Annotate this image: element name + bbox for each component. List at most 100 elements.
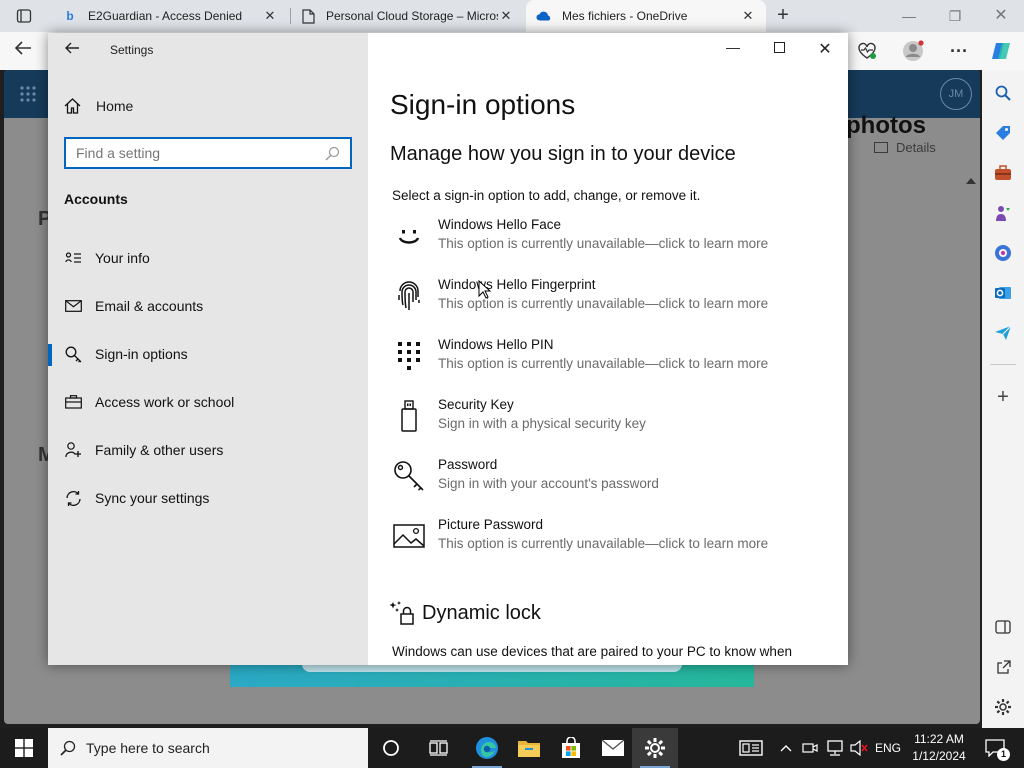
taskbar-settings-button[interactable] <box>632 728 678 768</box>
sidebar-open-external-button[interactable] <box>992 656 1014 678</box>
tray-notifications-button[interactable]: 1 <box>980 728 1010 768</box>
bing-icon: b <box>66 9 74 23</box>
webcam-icon <box>802 743 818 753</box>
nav-item-access-work-school[interactable]: Access work or school <box>48 382 368 422</box>
sidebar-divider <box>990 364 1016 365</box>
sidebar-drop-button[interactable] <box>992 322 1014 344</box>
dynamic-lock-heading: Dynamic lock <box>390 599 541 627</box>
page-scrollbar[interactable] <box>966 178 976 698</box>
tray-show-hidden-icons-button[interactable] <box>776 728 796 768</box>
tray-meet-button[interactable] <box>800 728 820 768</box>
copilot-icon <box>992 43 1010 59</box>
option-description: This option is currently unavailable—cli… <box>438 236 769 251</box>
browser-minimize-button[interactable]: — <box>892 4 926 28</box>
profile-button[interactable] <box>902 40 924 62</box>
windows-taskbar: Type here to search ENG 11:22 AM 1/12/20… <box>0 728 1024 768</box>
onedrive-details-button[interactable]: Details <box>874 140 936 155</box>
nav-home-item[interactable]: Home <box>64 97 133 115</box>
start-button[interactable] <box>0 728 48 768</box>
tray-network-button[interactable] <box>824 728 846 768</box>
tray-volume-button[interactable] <box>848 728 870 768</box>
option-security-key[interactable]: Security Key Sign in with a physical sec… <box>392 397 832 445</box>
browser-tab-personal-cloud[interactable]: Personal Cloud Storage – Microsoft ✕ <box>290 0 524 32</box>
search-icon <box>995 85 1011 101</box>
onedrive-icon <box>536 8 552 24</box>
sidebar-tools-button[interactable] <box>992 162 1014 184</box>
settings-back-button[interactable] <box>64 41 80 60</box>
tray-news-button[interactable] <box>736 728 766 768</box>
fingerprint-icon <box>392 279 426 313</box>
tab-close-button[interactable]: ✕ <box>740 8 756 24</box>
nav-item-label: Family & other users <box>95 442 224 458</box>
nav-item-your-info[interactable]: Your info <box>48 238 368 278</box>
nav-item-email-accounts[interactable]: Email & accounts <box>48 286 368 326</box>
taskbar-file-explorer-button[interactable] <box>506 728 552 768</box>
sidebar-shopping-button[interactable] <box>992 122 1014 144</box>
nav-item-family-other-users[interactable]: Family & other users <box>48 430 368 470</box>
option-windows-hello-face[interactable]: Windows Hello Face This option is curren… <box>392 217 832 265</box>
option-windows-hello-pin[interactable]: Windows Hello PIN This option is current… <box>392 337 832 385</box>
option-picture-password[interactable]: Picture Password This option is currentl… <box>392 517 832 565</box>
taskbar-store-button[interactable] <box>548 728 594 768</box>
copilot-button[interactable] <box>990 40 1012 62</box>
onedrive-banner <box>230 664 754 687</box>
mail-envelope-icon <box>601 739 625 756</box>
browser-close-button[interactable]: ✕ <box>984 4 1018 28</box>
browser-tab-onedrive[interactable]: Mes fichiers - OneDrive ✕ <box>526 0 766 32</box>
settings-search-input[interactable] <box>76 145 325 161</box>
volume-muted-icon <box>850 740 868 756</box>
tray-input-language[interactable]: ENG <box>872 728 904 768</box>
option-title: Password <box>438 457 498 472</box>
task-view-button[interactable] <box>416 728 462 768</box>
taskbar-mail-button[interactable] <box>590 728 636 768</box>
onedrive-avatar[interactable]: JM <box>940 78 972 110</box>
taskbar-edge-button[interactable] <box>464 728 510 768</box>
tab-close-button[interactable]: ✕ <box>498 8 514 24</box>
option-password[interactable]: Password Sign in with your account's pas… <box>392 457 832 505</box>
nav-item-sync-settings[interactable]: Sync your settings <box>48 478 368 518</box>
settings-window-title: Settings <box>110 43 154 57</box>
search-icon[interactable] <box>325 146 340 161</box>
sidebar-outlook-button[interactable] <box>992 282 1014 304</box>
nav-item-label: Email & accounts <box>95 298 204 314</box>
sidebar-games-button[interactable] <box>992 202 1014 224</box>
browser-essentials-button[interactable] <box>856 40 878 62</box>
settings-maximize-button[interactable] <box>756 39 802 59</box>
nav-item-sign-in-options[interactable]: Sign-in options <box>48 334 368 374</box>
settings-close-button[interactable]: ✕ <box>802 39 848 59</box>
nav-item-label: Sign-in options <box>95 346 188 362</box>
shopping-tag-icon <box>996 126 1010 140</box>
pin-keypad-icon <box>392 339 426 373</box>
sidebar-m365-button[interactable] <box>992 242 1014 264</box>
settings-search-box[interactable] <box>64 137 352 169</box>
paper-plane-icon <box>995 325 1012 340</box>
details-icon <box>874 142 888 153</box>
gear-icon <box>645 738 665 758</box>
browser-restore-button[interactable]: ❐ <box>938 4 972 28</box>
new-tab-button[interactable]: + <box>772 4 794 26</box>
folder-icon <box>518 741 540 757</box>
sidebar-add-button[interactable]: + <box>992 386 1014 408</box>
tab-close-button[interactable]: ✕ <box>262 8 278 24</box>
browser-back-button[interactable] <box>14 40 32 61</box>
usb-key-icon <box>392 399 426 433</box>
taskbar-clock[interactable]: 11:22 AM 1/12/2024 <box>904 731 974 765</box>
tab-label: Mes fichiers - OneDrive <box>562 9 688 23</box>
page-intro-text: Select a sign-in option to add, change, … <box>392 188 701 203</box>
home-icon <box>64 98 82 114</box>
option-windows-hello-fingerprint[interactable]: Windows Hello Fingerprint This option is… <box>392 277 832 325</box>
taskbar-search-box[interactable]: Type here to search <box>48 728 368 768</box>
nav-item-label: Your info <box>95 250 150 266</box>
store-bag-icon <box>562 737 580 758</box>
browser-tab-e2guardian[interactable]: b E2Guardian - Access Denied ✕ <box>52 0 288 32</box>
settings-more-button[interactable]: ··· <box>948 40 970 62</box>
sidebar-split-screen-button[interactable] <box>992 616 1014 638</box>
external-link-icon <box>996 659 1011 674</box>
tab-actions-menu-button[interactable] <box>8 6 40 26</box>
sidebar-settings-button[interactable] <box>992 696 1014 718</box>
settings-minimize-button[interactable]: — <box>710 39 756 59</box>
settings-content-pane: — ✕ Sign-in options Manage how you sign … <box>368 33 848 665</box>
cortana-button[interactable] <box>368 728 414 768</box>
sidebar-search-button[interactable] <box>992 82 1014 104</box>
picture-icon <box>392 519 426 553</box>
